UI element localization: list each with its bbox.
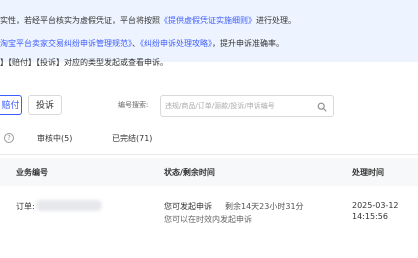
tab-complaint[interactable]: 投诉 [28, 95, 62, 115]
notice-text: 进行处理。 [256, 16, 296, 25]
search-icon[interactable] [317, 102, 327, 112]
help-icon[interactable]: ? [4, 133, 14, 143]
appeal-hint: 您可以在时效内发起申诉 [164, 215, 252, 224]
column-header-handle-time: 处理时间 [352, 168, 384, 177]
order-number-masked [36, 200, 102, 211]
remaining-time: 剩余14天23小时31分 [225, 202, 304, 211]
handle-date: 2025-03-12 [352, 201, 399, 210]
notice-text: 实性，若经平台核实为虚假凭证，平台将按照 [0, 16, 160, 25]
notice-banner: 实性，若经平台核实为虚假凭证，平台将按照《提供虚假凭证实施细则》进行处理。 淘宝… [0, 0, 418, 67]
dispute-rules-link[interactable]: 淘宝平台卖家交易纠纷申诉管理规范》 [0, 39, 132, 48]
tab-completed[interactable]: 已完结(71) [112, 133, 152, 144]
search-label: 编号搜索: [118, 101, 149, 109]
tab-compensation[interactable]: 赔付 [0, 95, 22, 115]
tab-reviewing[interactable]: 审核中(5) [37, 133, 72, 144]
notice-line-2: 淘宝平台卖家交易纠纷申诉管理规范》、《纠纷申诉处理攻略》，提升申诉准确率。 [0, 38, 284, 49]
notice-line-3: 】【赔付】【投诉】对应的类型发起或查看申诉。 [0, 58, 168, 67]
search-box [160, 95, 334, 117]
notice-line-1: 实性，若经平台核实为虚假凭证，平台将按照《提供虚假凭证实施细则》进行处理。 [0, 15, 296, 26]
notice-text: 、 [132, 39, 140, 48]
column-header-status: 状态/剩余时间 [164, 168, 215, 177]
appeal-status: 您可发起申诉 [164, 202, 212, 211]
search-input[interactable] [165, 99, 315, 113]
fake-evidence-rules-link[interactable]: 《提供虚假凭证实施细则》 [160, 16, 256, 25]
appeal-guide-link[interactable]: 《纠纷申诉处理攻略》 [140, 39, 212, 48]
handle-time: 14:15:56 [352, 212, 388, 221]
order-label: 订单: [16, 202, 35, 211]
column-header-business-no: 业务编号 [16, 168, 48, 177]
notice-text: ，提升申诉准确率。 [212, 39, 284, 48]
divider [0, 154, 418, 155]
